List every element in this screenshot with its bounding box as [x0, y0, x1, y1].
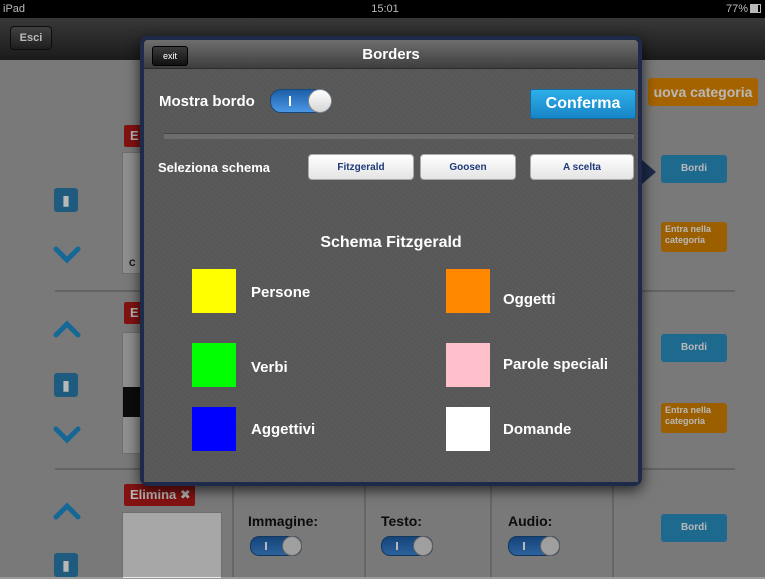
category-label-domande: Domande	[503, 421, 572, 438]
mostra-bordo-label: Mostra bordo	[159, 93, 255, 110]
testo-label: Testo:	[381, 513, 422, 529]
status-bar: iPad 15:01 77%	[0, 0, 765, 18]
battery-percent: 77%	[725, 3, 748, 15]
divider	[164, 133, 634, 139]
bordi-button[interactable]: Bordi	[661, 155, 727, 183]
scheme-a-scelta-button[interactable]: A scelta	[530, 154, 634, 180]
popover-arrow	[642, 160, 656, 184]
chevron-down-icon[interactable]	[52, 246, 82, 264]
chevron-up-icon[interactable]	[52, 320, 82, 338]
category-label-persone: Persone	[251, 284, 311, 301]
immagine-toggle[interactable]	[250, 536, 302, 556]
color-swatch-domande	[446, 407, 490, 451]
nuova-categoria-button[interactable]: uova categoria	[648, 78, 758, 106]
document-icon[interactable]: ▮	[54, 188, 78, 212]
chevron-down-icon[interactable]	[52, 426, 82, 444]
bordi-button[interactable]: Bordi	[661, 334, 727, 362]
scheme-goosen-button[interactable]: Goosen	[420, 154, 516, 180]
borders-popover: exit Borders Mostra bordo Conferma Selez…	[140, 36, 642, 486]
category-label-verbi: Verbi	[251, 359, 288, 376]
scheme-fitzgerald-button[interactable]: Fitzgerald	[308, 154, 414, 180]
audio-toggle[interactable]	[508, 536, 560, 556]
color-swatch-persone	[192, 269, 236, 313]
document-icon[interactable]: ▮	[54, 553, 78, 577]
entra-categoria-button[interactable]: Entra nella categoria	[661, 403, 727, 433]
battery-icon	[750, 4, 761, 13]
testo-toggle[interactable]	[381, 536, 433, 556]
column-divider	[364, 486, 366, 577]
color-swatch-verbi	[192, 343, 236, 387]
image-caption: C	[129, 258, 136, 268]
popover-header: exit Borders	[144, 40, 638, 69]
popover-body: Mostra bordo Conferma Seleziona schema F…	[144, 69, 638, 482]
category-image	[122, 512, 222, 579]
entra-categoria-button[interactable]: Entra nella categoria	[661, 222, 727, 252]
clock: 15:01	[371, 3, 399, 15]
battery-indicator: 77%	[726, 3, 761, 15]
category-label-oggetti: Oggetti	[503, 291, 556, 308]
chevron-up-icon[interactable]	[52, 502, 82, 520]
seleziona-schema-label: Seleziona schema	[158, 160, 270, 175]
conferma-button[interactable]: Conferma	[530, 89, 636, 119]
elimina-label: Elimina	[130, 487, 177, 502]
audio-label: Audio:	[508, 513, 553, 529]
document-icon[interactable]: ▮	[54, 373, 78, 397]
bordi-button[interactable]: Bordi	[661, 514, 727, 542]
mostra-bordo-toggle[interactable]	[270, 89, 332, 113]
elimina-button[interactable]: Elimina ✖	[124, 484, 195, 506]
category-label-aggettivi: Aggettivi	[251, 421, 316, 438]
category-label-parole-speciali: Parole speciali	[503, 356, 609, 373]
column-divider	[612, 486, 614, 577]
esci-button[interactable]: Esci	[10, 26, 52, 50]
popover-title: Borders	[362, 46, 420, 63]
color-swatch-parole-speciali	[446, 343, 490, 387]
color-swatch-aggettivi	[192, 407, 236, 451]
column-divider	[490, 486, 492, 577]
column-divider	[232, 486, 234, 577]
immagine-label: Immagine:	[248, 513, 319, 529]
close-icon: ✖	[179, 487, 191, 502]
device-name: iPad	[3, 3, 26, 15]
color-swatch-oggetti	[446, 269, 490, 313]
schema-title: Schema Fitzgerald	[320, 234, 462, 251]
